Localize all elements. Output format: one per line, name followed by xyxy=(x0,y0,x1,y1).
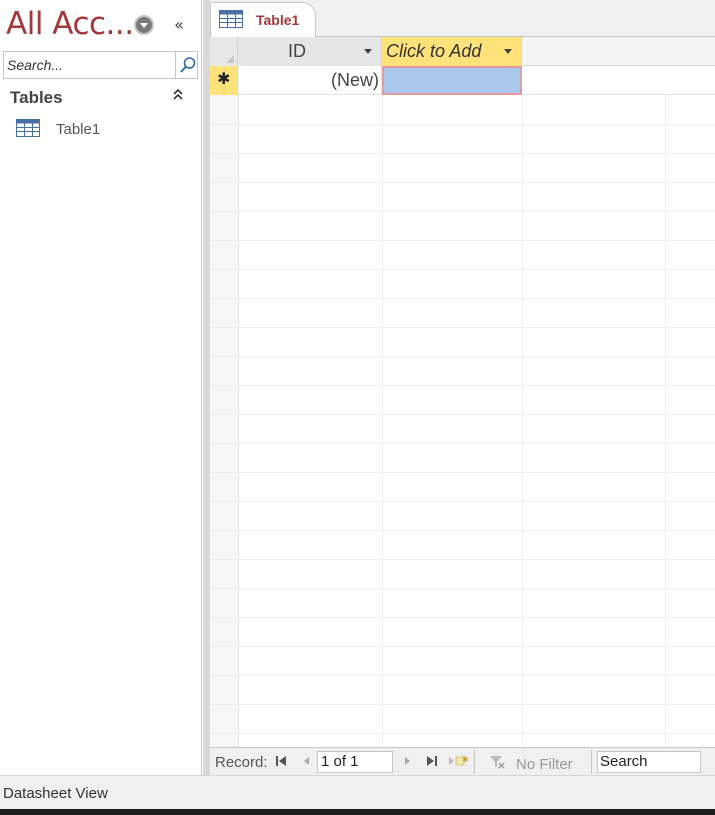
new-record-icon[interactable]: ✱ xyxy=(448,754,470,770)
column-header-click-to-add[interactable]: Click to Add xyxy=(382,37,522,66)
status-bar: Datasheet View xyxy=(0,775,715,809)
first-record-icon[interactable] xyxy=(275,754,289,770)
nav-pane-title[interactable]: All Acc... xyxy=(6,6,134,42)
column-header-label: ID xyxy=(288,41,306,61)
document-tab-strip: Table1 xyxy=(210,0,715,38)
record-search-input[interactable]: Search xyxy=(597,751,701,773)
cell-click-to-add-selected[interactable] xyxy=(382,66,522,95)
datasheet-grid: ID Click to Add ✱ (New) xyxy=(210,37,715,747)
table-icon xyxy=(219,10,243,31)
table-icon xyxy=(16,119,40,140)
sort-filter-dropdown-icon[interactable] xyxy=(364,49,372,54)
shutter-bar-collapse-icon[interactable]: « xyxy=(170,15,188,35)
search-icon[interactable] xyxy=(175,52,198,78)
status-view-label: Datasheet View xyxy=(3,785,108,802)
nav-item-label: Table1 xyxy=(56,121,101,138)
column-header-row: ID Click to Add xyxy=(210,37,715,66)
pane-splitter[interactable] xyxy=(203,0,210,775)
record-selector[interactable]: ✱ xyxy=(210,66,238,95)
tab-table1[interactable]: Table1 xyxy=(210,2,316,38)
nav-separator xyxy=(591,750,592,774)
group-label: Tables xyxy=(10,88,63,107)
empty-grid-lines xyxy=(210,95,715,747)
nav-pane-header: All Acc... « xyxy=(0,0,202,50)
nav-pane-menu-dropdown-icon[interactable] xyxy=(134,15,154,35)
column-header-label: Click to Add xyxy=(386,41,482,61)
nav-search-input[interactable] xyxy=(4,52,174,78)
filter-icon[interactable] xyxy=(489,755,505,772)
previous-record-icon[interactable] xyxy=(300,754,314,770)
cell-id[interactable]: (New) xyxy=(238,66,382,95)
chevron-up-icon[interactable] xyxy=(172,88,184,105)
current-record-input[interactable]: 1 of 1 xyxy=(317,751,393,773)
cell-value: (New) xyxy=(331,70,379,90)
record-navigation-bar: Record: 1 of 1 ✱ No Filter Search xyxy=(210,747,715,775)
svg-text:✱: ✱ xyxy=(462,755,469,764)
tables-group-header[interactable]: Tables xyxy=(0,86,202,110)
next-record-icon[interactable] xyxy=(402,754,416,770)
new-record-icon: ✱ xyxy=(217,69,231,88)
tab-label: Table1 xyxy=(256,12,300,28)
record-label: Record: xyxy=(215,754,268,771)
nav-search-box xyxy=(3,51,198,79)
window-bottom-edge xyxy=(0,809,715,815)
last-record-icon[interactable] xyxy=(426,754,440,770)
navigation-pane: All Acc... « Tables xyxy=(0,0,202,775)
nav-separator xyxy=(474,750,475,774)
table-row-new-record: ✱ (New) xyxy=(210,66,715,95)
field-type-dropdown-icon[interactable] xyxy=(504,49,512,54)
no-filter-label[interactable]: No Filter xyxy=(516,756,573,773)
column-header-id[interactable]: ID xyxy=(238,37,382,66)
nav-item-table1[interactable]: Table1 xyxy=(0,116,202,142)
select-all-corner[interactable] xyxy=(210,37,238,66)
